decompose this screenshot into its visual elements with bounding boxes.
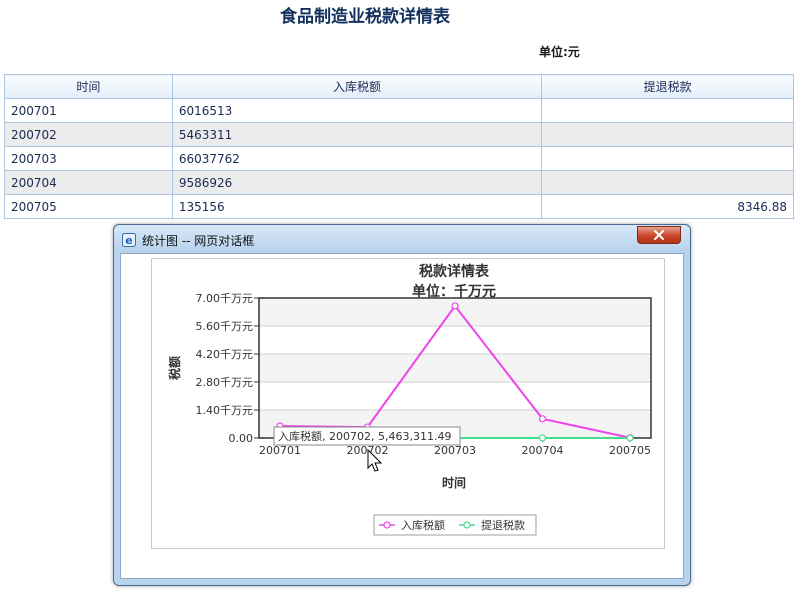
table-row: 200703 66037762 bbox=[4, 146, 794, 171]
cell-time: 200704 bbox=[4, 170, 173, 195]
cell-time: 200703 bbox=[4, 146, 173, 171]
page-title: 食品制造业税款详情表 bbox=[280, 7, 450, 27]
y-tick-label: 2.80千万元 bbox=[196, 376, 254, 389]
x-tick-label: 200704 bbox=[522, 444, 564, 457]
y-tick-label: 1.40千万元 bbox=[196, 404, 254, 417]
cell-storage-tax: 66037762 bbox=[171, 146, 543, 171]
tax-table: 时间 入库税额 提退税款 200701 6016513 200702 54633… bbox=[4, 74, 794, 219]
tooltip-text: 入库税额, 200702, 5,463,311.49 bbox=[278, 429, 451, 443]
plot-band bbox=[259, 354, 651, 382]
dialog-body: 税款详情表 单位：千万元 税额 时间 0.00 1.40千万元 2.80千万元 4.2… bbox=[120, 253, 684, 579]
cell-refund-tax bbox=[541, 146, 794, 171]
y-axis-title: 税额 bbox=[167, 356, 182, 380]
legend-marker-1 bbox=[463, 521, 471, 529]
cell-time: 200705 bbox=[4, 194, 173, 219]
plot-band bbox=[259, 298, 651, 326]
svg-text:e: e bbox=[125, 234, 132, 247]
cell-time: 200701 bbox=[4, 98, 173, 123]
dialog-title: 统计图 -- 网页对话框 bbox=[142, 234, 255, 248]
data-point[interactable] bbox=[451, 302, 459, 310]
data-point[interactable] bbox=[538, 434, 547, 442]
cell-storage-tax: 9586926 bbox=[171, 170, 543, 195]
col-header-storage-tax: 入库税额 bbox=[171, 74, 543, 99]
x-tick-label: 200703 bbox=[434, 444, 476, 457]
y-tick-label: 7.00千万元 bbox=[196, 292, 254, 305]
table-header-row: 时间 入库税额 提退税款 bbox=[4, 74, 794, 99]
ie-icon: e bbox=[122, 233, 136, 247]
cell-refund-tax: 8346.88 bbox=[541, 194, 794, 219]
chart-dialog: e 统计图 -- 网页对话框 税款详情表 单位：千万元 税额 时间 0.00 1.… bbox=[113, 224, 691, 586]
x-axis-title: 时间 bbox=[442, 475, 466, 490]
col-header-time: 时间 bbox=[4, 74, 173, 99]
y-tick-label: 5.60千万元 bbox=[196, 320, 254, 333]
line-chart: 税款详情表 单位：千万元 税额 时间 0.00 1.40千万元 2.80千万元 4.2… bbox=[167, 263, 652, 536]
y-tick-label: 0.00 bbox=[229, 432, 254, 445]
cell-storage-tax: 135156 bbox=[171, 194, 543, 219]
cell-time: 200702 bbox=[4, 122, 173, 147]
dialog-titlebar[interactable]: e 统计图 -- 网页对话框 bbox=[114, 225, 690, 253]
cell-storage-tax: 5463311 bbox=[171, 122, 543, 147]
chart-frame: 税款详情表 单位：千万元 税额 时间 0.00 1.40千万元 2.80千万元 4.2… bbox=[151, 258, 665, 549]
table-row: 200702 5463311 bbox=[4, 122, 794, 147]
table-row: 200704 9586926 bbox=[4, 170, 794, 195]
col-header-refund-tax: 提退税款 bbox=[541, 74, 794, 99]
legend-marker-0 bbox=[383, 521, 391, 529]
x-tick-label: 200701 bbox=[259, 444, 301, 457]
cell-refund-tax bbox=[541, 122, 794, 147]
chart-tooltip: 入库税额, 200702, 5,463,311.49 bbox=[273, 426, 461, 446]
legend-label-0: 入库税额 bbox=[401, 518, 445, 532]
legend-label-1: 提退税款 bbox=[481, 518, 525, 532]
y-tick-label: 4.20千万元 bbox=[196, 348, 254, 361]
legend: 入库税额 提退税款 bbox=[373, 514, 537, 536]
chart-title: 税款详情表 bbox=[419, 263, 490, 280]
data-point[interactable] bbox=[538, 415, 547, 423]
unit-label: 单位:元 bbox=[539, 45, 580, 59]
cell-refund-tax bbox=[541, 170, 794, 195]
chart-subtitle: 单位：千万元 bbox=[412, 283, 496, 300]
table-row: 200705 135156 8346.88 bbox=[4, 194, 794, 219]
table-row: 200701 6016513 bbox=[4, 98, 794, 123]
close-icon bbox=[654, 230, 664, 240]
data-point[interactable] bbox=[626, 434, 634, 442]
close-button[interactable] bbox=[637, 226, 681, 244]
cell-storage-tax: 6016513 bbox=[171, 98, 543, 123]
cell-refund-tax bbox=[541, 98, 794, 123]
x-tick-label: 200705 bbox=[609, 444, 651, 457]
